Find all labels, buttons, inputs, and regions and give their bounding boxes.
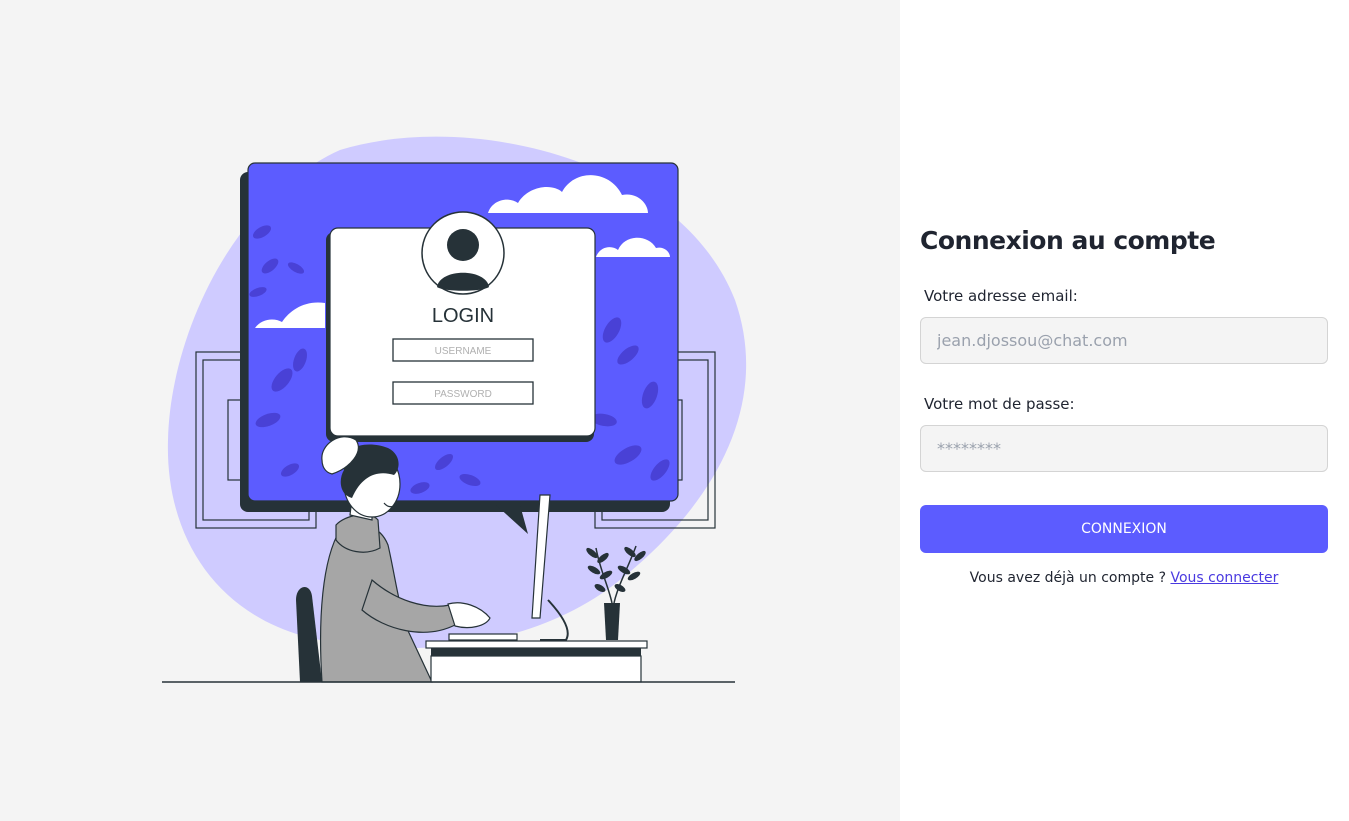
email-input[interactable] [920, 317, 1328, 364]
password-input[interactable] [920, 425, 1328, 472]
illustration-username-text: USERNAME [435, 346, 492, 357]
plant-pot [604, 603, 620, 640]
illustration-password-text: PASSWORD [434, 389, 492, 400]
password-label: Votre mot de passe: [924, 395, 1075, 413]
login-form-panel: Connexion au compte Votre adresse email:… [900, 0, 1349, 821]
email-label: Votre adresse email: [924, 287, 1078, 305]
desk-body [430, 655, 642, 683]
form-title: Connexion au compte [920, 226, 1216, 255]
illustration-panel: LOGIN USERNAME PASSWORD [0, 0, 900, 821]
desk-edge [431, 648, 641, 656]
keyboard [448, 633, 518, 641]
login-illustration: LOGIN USERNAME PASSWORD [162, 136, 747, 683]
account-prompt-text: Vous avez déjà un compte ? [969, 570, 1167, 586]
desk-top [425, 640, 648, 649]
login-link[interactable]: Vous connecter [1170, 570, 1278, 586]
account-prompt: Vous avez déjà un compte ? Vous connecte… [920, 570, 1328, 586]
illustration-login-title: LOGIN [432, 305, 494, 327]
connexion-button[interactable]: CONNEXION [920, 505, 1328, 553]
avatar-icon [421, 211, 505, 295]
